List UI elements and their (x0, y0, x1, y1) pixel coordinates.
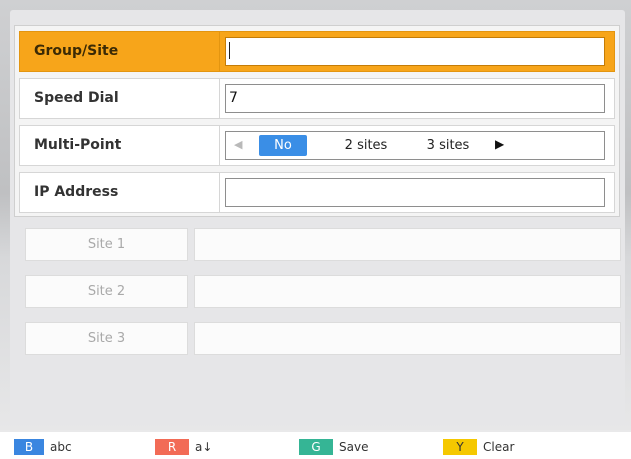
text-cursor (229, 41, 230, 59)
row-divider (219, 126, 220, 165)
speed-dial-label: Speed Dial (34, 90, 119, 106)
hint-blue[interactable]: Babc (14, 439, 72, 455)
hint-green-label: Save (339, 440, 369, 454)
triangle-left-icon[interactable]: ◀ (234, 138, 242, 151)
site-2-field (194, 275, 621, 308)
row-speed-dial[interactable]: Speed Dial 7 (19, 78, 615, 119)
row-divider (219, 79, 220, 118)
row-divider (219, 173, 220, 212)
site-3-field (194, 322, 621, 355)
hint-red[interactable]: Ra↓ (155, 439, 212, 455)
red-key: R (155, 439, 189, 455)
hint-red-label: a↓ (195, 440, 213, 454)
ip-address-label: IP Address (34, 184, 119, 200)
row-multi-point[interactable]: Multi-Point ◀ No 2 sites 3 sites ▶ (19, 125, 615, 166)
site-1-field (194, 228, 621, 261)
option-no[interactable]: No (259, 135, 307, 156)
ip-address-input[interactable] (225, 178, 605, 207)
yellow-key: Y (443, 439, 477, 455)
site-3-label: Site 3 (25, 322, 188, 355)
multi-point-label: Multi-Point (34, 137, 122, 153)
site-2-label: Site 2 (25, 275, 188, 308)
row-ip-address[interactable]: IP Address (19, 172, 615, 213)
triangle-right-icon[interactable]: ▶ (495, 137, 504, 151)
hint-blue-label: abc (50, 440, 72, 454)
hint-yellow[interactable]: Y Clear (443, 439, 514, 455)
option-3-sites[interactable]: 3 sites (422, 135, 474, 156)
group-site-input[interactable] (225, 37, 605, 66)
site-1-label: Site 1 (25, 228, 188, 261)
hint-green[interactable]: G Save (299, 439, 368, 455)
color-key-hint-bar: Babc Ra↓ G Save Y Clear (0, 432, 631, 459)
option-2-sites[interactable]: 2 sites (341, 135, 391, 156)
row-group-site[interactable]: Group/Site (19, 31, 615, 72)
row-divider (219, 32, 220, 71)
multi-point-selector[interactable]: ◀ No 2 sites 3 sites ▶ (225, 131, 605, 160)
blue-key: B (14, 439, 44, 455)
speed-dial-input[interactable]: 7 (225, 84, 605, 113)
group-site-label: Group/Site (34, 43, 119, 59)
hint-yellow-label: Clear (483, 440, 515, 454)
green-key: G (299, 439, 333, 455)
